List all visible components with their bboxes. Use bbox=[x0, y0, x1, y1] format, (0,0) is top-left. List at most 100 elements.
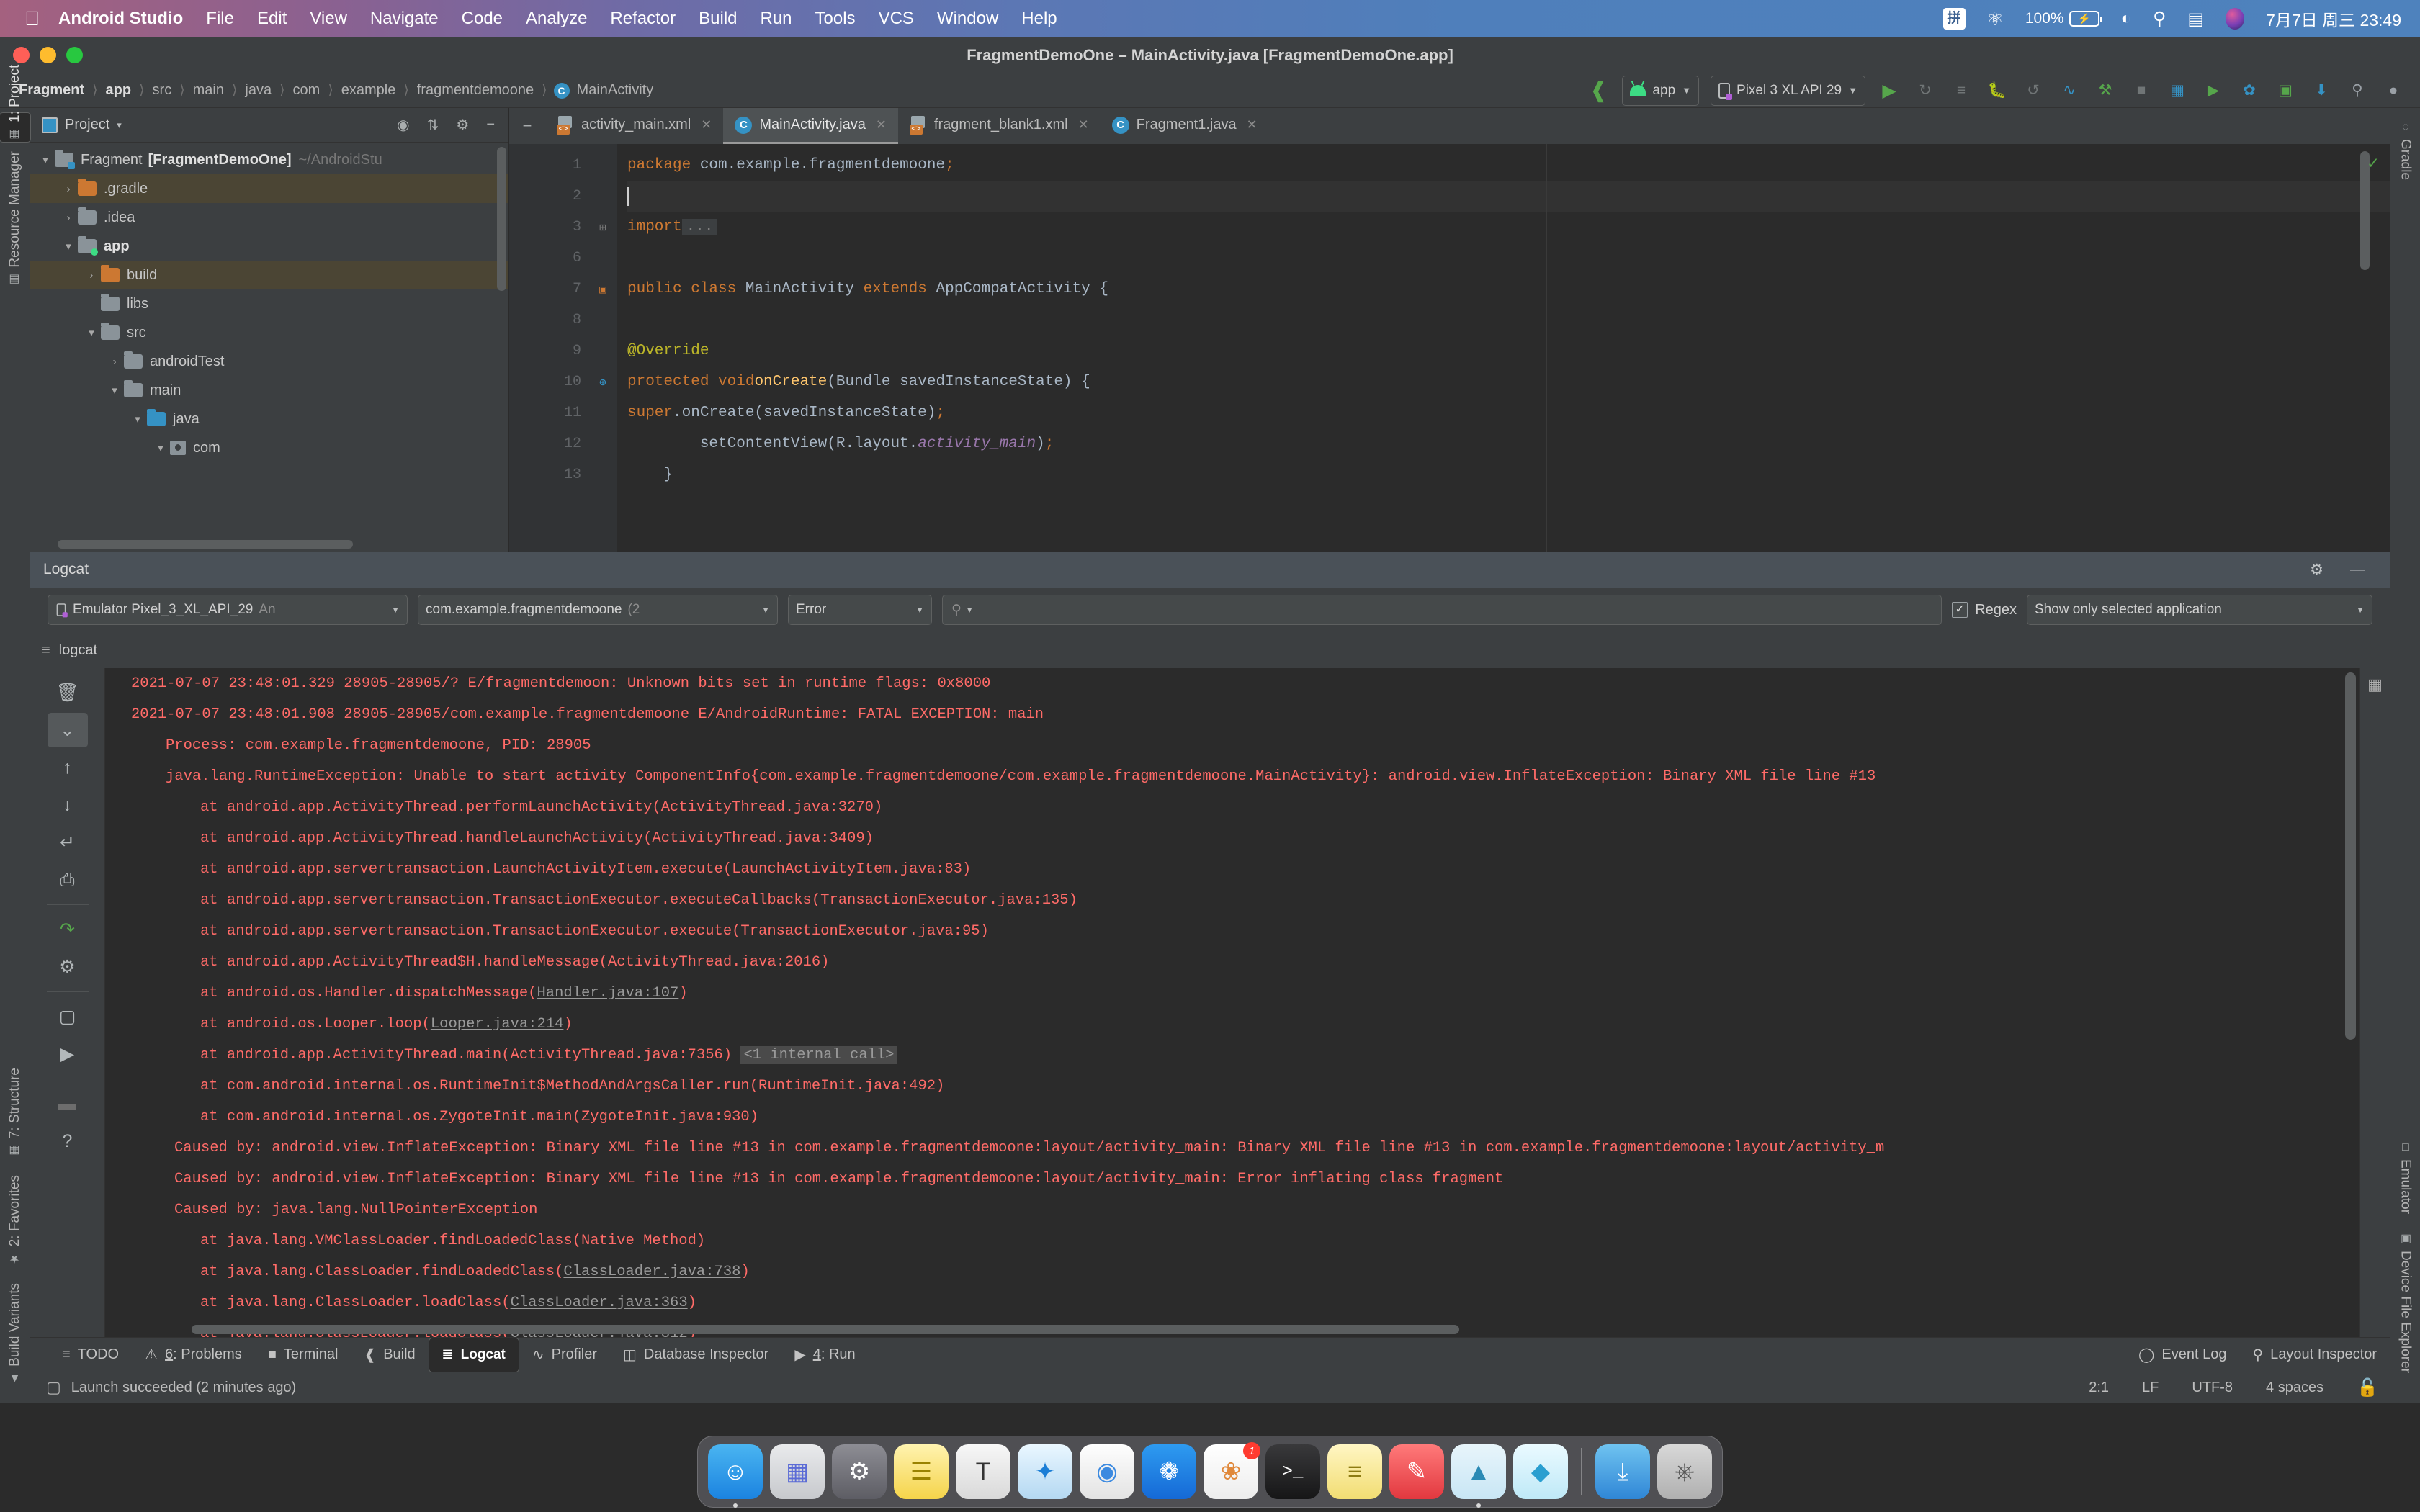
chevron-down-icon[interactable]: ▾ bbox=[59, 240, 78, 253]
maximize-window-button[interactable] bbox=[66, 47, 83, 63]
logcat-vertical-scrollbar[interactable] bbox=[2345, 672, 2356, 1040]
dock-app-trash[interactable]: ⎈ bbox=[1657, 1444, 1712, 1499]
dock-app-safari[interactable]: ✦ bbox=[1018, 1444, 1072, 1499]
tool-window-run[interactable]: ▶ 4: Run bbox=[781, 1338, 868, 1372]
menu-navigate[interactable]: Navigate bbox=[370, 9, 439, 29]
dock-app-launchpad[interactable]: ▦ bbox=[770, 1444, 825, 1499]
source-link[interactable]: Handler.java:107 bbox=[537, 985, 678, 1002]
tool-window-problems[interactable]: ⚠ 6: Problems bbox=[132, 1338, 255, 1372]
logcat-level-selector[interactable]: Error ▼ bbox=[788, 595, 932, 625]
tree-row-com[interactable]: ▾ com bbox=[30, 433, 508, 462]
tool-window-profiler[interactable]: ∿ Profiler bbox=[519, 1338, 610, 1372]
stop-icon[interactable]: ▬ bbox=[48, 1086, 88, 1121]
logcat-tab-label[interactable]: logcat bbox=[59, 642, 97, 659]
chevron-down-icon[interactable]: ▾ bbox=[36, 153, 55, 166]
dock-app-vmware[interactable]: ◆ bbox=[1513, 1444, 1568, 1499]
dock-app-photos[interactable]: ❀ 1 bbox=[1204, 1442, 1260, 1499]
chevron-right-icon[interactable]: › bbox=[82, 269, 101, 282]
up-arrow-icon[interactable]: ↑ bbox=[48, 750, 88, 785]
tree-row-libs[interactable]: libs bbox=[30, 289, 508, 318]
menu-tools[interactable]: Tools bbox=[815, 9, 856, 29]
hide-icon[interactable]: − bbox=[481, 117, 500, 133]
file-encoding[interactable]: UTF-8 bbox=[2180, 1380, 2244, 1396]
sidebar-item-gradle[interactable]: ◌ Gradle bbox=[2398, 112, 2414, 189]
internal-call-badge[interactable]: <1 internal call> bbox=[740, 1046, 897, 1064]
line-separator[interactable]: LF bbox=[2130, 1380, 2170, 1396]
tool-window-layout-inspector[interactable]: ⚲ Layout Inspector bbox=[2239, 1338, 2390, 1372]
run-icon[interactable]: ▶ bbox=[1871, 75, 1907, 107]
scroll-to-end-icon[interactable]: ⌄ bbox=[47, 713, 88, 747]
dock-app-notes[interactable]: ☰ bbox=[894, 1444, 949, 1499]
logcat-process-selector[interactable]: com.example.fragmentdemoone (2 ▼ bbox=[418, 595, 778, 625]
close-icon[interactable]: ✕ bbox=[701, 117, 712, 132]
bluetooth-icon[interactable]: ⚛ bbox=[1987, 8, 2004, 30]
tool-window-terminal[interactable]: ■ Terminal bbox=[255, 1338, 351, 1372]
indent-setting[interactable]: 4 spaces bbox=[2254, 1380, 2335, 1396]
source-link[interactable]: ClassLoader.java:738 bbox=[563, 1264, 740, 1280]
dock-app-android-studio[interactable]: ▲ bbox=[1451, 1444, 1506, 1508]
breadcrumb-item-package[interactable]: fragmentdemoone bbox=[416, 82, 535, 99]
module-selector[interactable]: app ▼ bbox=[1622, 75, 1700, 106]
logcat-horizontal-scrollbar[interactable] bbox=[192, 1325, 1459, 1334]
dock-app-downloads[interactable]: ⤓ bbox=[1595, 1444, 1650, 1499]
sdk-manager-icon[interactable]: ▶ bbox=[2195, 75, 2231, 107]
unlocked-icon[interactable]: 🔓 bbox=[2345, 1377, 2390, 1398]
menu-run[interactable]: Run bbox=[761, 9, 792, 29]
stop-icon[interactable]: ■ bbox=[2123, 75, 2159, 107]
control-center-icon[interactable]: ▤ bbox=[2187, 9, 2204, 30]
tab-mainactivity-java[interactable]: C MainActivity.java ✕ bbox=[723, 108, 898, 144]
regex-checkbox[interactable]: ✓ Regex bbox=[1952, 602, 2017, 618]
breadcrumb-item-example[interactable]: example bbox=[340, 82, 398, 99]
sidebar-item-device-file-explorer[interactable]: ▣ Device File Explorer bbox=[2398, 1223, 2414, 1382]
chevron-down-icon[interactable]: ▾ bbox=[967, 604, 972, 616]
tool-window-logcat[interactable]: ≣ Logcat bbox=[428, 1337, 519, 1372]
soft-wrap-icon[interactable]: ↵ bbox=[48, 825, 88, 860]
breadcrumb-item-src[interactable]: src bbox=[151, 82, 174, 99]
chevron-right-icon[interactable]: › bbox=[59, 183, 78, 195]
fold-gutter[interactable]: ⊞ ▣ ⊕ bbox=[588, 144, 617, 552]
sync-gradle-icon[interactable]: ⬇ bbox=[2303, 75, 2339, 107]
dock-app-chrome[interactable]: ◉ bbox=[1080, 1444, 1134, 1499]
print-icon[interactable]: ⎙ bbox=[48, 863, 88, 897]
down-arrow-icon[interactable]: ↓ bbox=[48, 788, 88, 822]
clear-logcat-icon[interactable]: 🗑 bbox=[48, 675, 88, 710]
sidebar-item-emulator[interactable]: □ Emulator bbox=[2398, 1133, 2414, 1223]
tree-row-build[interactable]: › build bbox=[30, 261, 508, 289]
dock-app-system-preferences[interactable]: ⚙ bbox=[832, 1444, 887, 1499]
source-link[interactable]: ClassLoader.java:363 bbox=[511, 1295, 688, 1311]
chevron-down-icon[interactable]: ▾ bbox=[128, 413, 147, 426]
breadcrumb-item-main[interactable]: main bbox=[192, 82, 225, 99]
attach-debugger-icon[interactable]: ↺ bbox=[2015, 75, 2051, 107]
apply-changes-and-restart-icon[interactable]: ↻ bbox=[1907, 75, 1943, 107]
menu-vcs[interactable]: VCS bbox=[879, 9, 914, 29]
logcat-device-selector[interactable]: Emulator Pixel_3_XL_API_29 An ▼ bbox=[48, 595, 408, 625]
tab-fragment1-java[interactable]: C Fragment1.java ✕ bbox=[1101, 108, 1269, 144]
settings-gear-icon[interactable]: ⚙ bbox=[2310, 561, 2323, 579]
restart-icon[interactable]: ↷ bbox=[48, 912, 88, 947]
sidebar-item-resource-manager[interactable]: ▤ Resource Manager bbox=[7, 143, 23, 296]
tree-row-fragment[interactable]: ▾ Fragment [FragmentDemoOne] ~/AndroidSt… bbox=[30, 145, 508, 174]
user-avatar-icon[interactable]: ● bbox=[2375, 75, 2411, 107]
close-icon[interactable]: ✕ bbox=[1247, 117, 1258, 132]
wifi-icon[interactable]: ◐ bbox=[2121, 9, 2132, 29]
override-marker-icon[interactable]: ⊕ bbox=[588, 366, 617, 397]
close-icon[interactable]: ✕ bbox=[876, 117, 887, 132]
tab-fragment-blank1-xml[interactable]: <> fragment_blank1.xml ✕ bbox=[898, 108, 1101, 144]
sidebar-item-project[interactable]: ▦ 1: Project bbox=[0, 65, 31, 143]
chevron-down-icon[interactable]: ▾ bbox=[117, 120, 122, 131]
tree-row-main[interactable]: ▾ main bbox=[30, 376, 508, 405]
window-controls[interactable] bbox=[13, 47, 83, 63]
tab-activity-main-xml[interactable]: <> activity_main.xml ✕ bbox=[545, 108, 723, 144]
locate-icon[interactable]: ◉ bbox=[392, 116, 414, 134]
chevron-down-icon[interactable]: ▾ bbox=[105, 384, 124, 397]
chevron-down-icon[interactable]: ▾ bbox=[82, 326, 101, 339]
tool-window-build[interactable]: ❰ Build bbox=[351, 1338, 428, 1372]
tool-window-event-log[interactable]: ◯ Event Log bbox=[2125, 1338, 2239, 1372]
dock-app-finder[interactable]: ☺ bbox=[708, 1444, 763, 1508]
minimize-window-button[interactable] bbox=[40, 47, 56, 63]
xml-marker-icon[interactable]: ▣ bbox=[588, 274, 617, 305]
caret-position[interactable]: 2:1 bbox=[2077, 1380, 2120, 1396]
menu-edit[interactable]: Edit bbox=[257, 9, 287, 29]
menu-file[interactable]: File bbox=[206, 9, 234, 29]
settings-gear-icon[interactable]: ⚙ bbox=[451, 116, 474, 134]
